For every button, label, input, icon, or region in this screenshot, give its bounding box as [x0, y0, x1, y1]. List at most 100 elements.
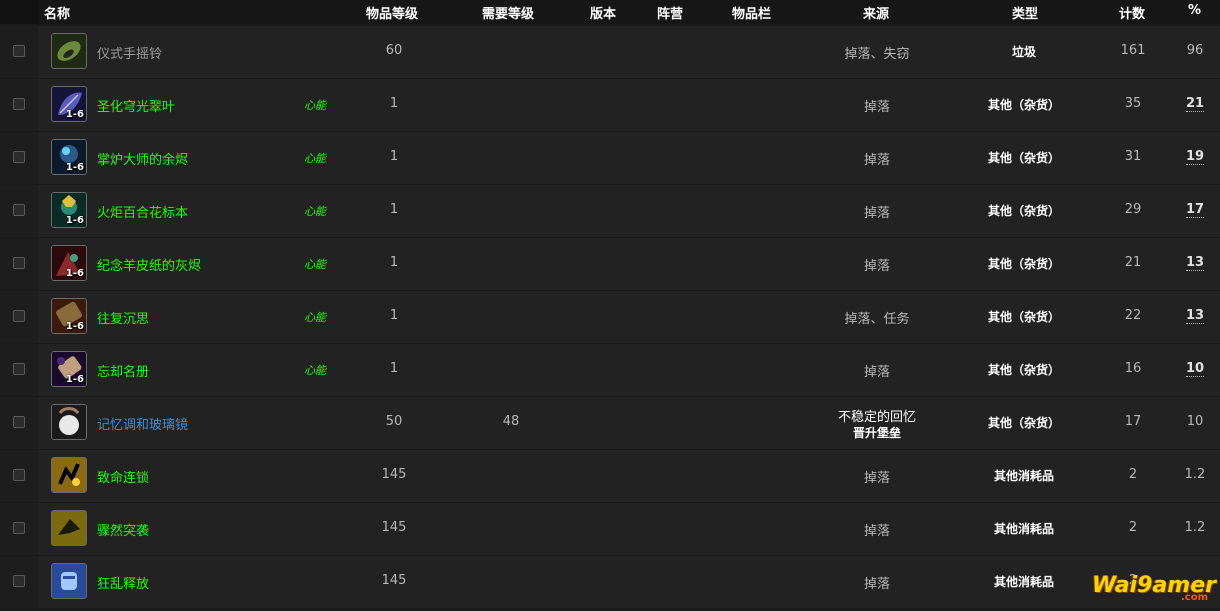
- row-checkbox[interactable]: [13, 98, 25, 110]
- row-checkbox-cell: [0, 291, 38, 343]
- row-checkbox-cell: [0, 185, 38, 237]
- stack-size: 1-6: [65, 321, 84, 332]
- item-name-link[interactable]: 忘却名册: [97, 361, 149, 380]
- item-name-link[interactable]: 仪式手摇铃: [97, 43, 162, 62]
- table-row[interactable]: 记忆调和玻璃镜 50 48 不稳定的回忆 晋升堡垒 其他（杂货） 17 10: [0, 397, 1220, 450]
- column-header-source[interactable]: 来源: [863, 3, 889, 22]
- item-level: 145: [381, 467, 407, 482]
- scroll-purple-icon[interactable]: 1-6: [51, 351, 87, 387]
- drop-count: 17: [1124, 414, 1142, 429]
- row-checkbox[interactable]: [13, 151, 25, 163]
- scroll-icon[interactable]: 1-6: [51, 298, 87, 334]
- table-row[interactable]: 1-6 圣化穹光翠叶 心能 1 掉落 其他（杂货） 35 21: [0, 79, 1220, 132]
- table-row[interactable]: 狂乱释放 145 掉落 其他消耗品 2: [0, 556, 1220, 609]
- column-header-req-level[interactable]: 需要等级: [482, 3, 534, 22]
- row-checkbox-cell: [0, 450, 38, 502]
- item-level: 1: [389, 96, 399, 111]
- drop-percent[interactable]: 17: [1185, 202, 1205, 218]
- item-source: 掉落: [863, 524, 891, 539]
- item-name-link[interactable]: 记忆调和玻璃镜: [97, 414, 188, 433]
- drop-percent[interactable]: 21: [1185, 96, 1205, 112]
- row-checkbox-cell: [0, 397, 38, 449]
- item-name-link[interactable]: 往复沉思: [97, 308, 149, 327]
- drop-count: 22: [1124, 308, 1142, 323]
- stack-size: 1-6: [65, 268, 84, 279]
- item-name-link[interactable]: 致命连锁: [97, 467, 149, 486]
- row-checkbox[interactable]: [13, 416, 25, 428]
- anima-tag: 心能: [304, 99, 326, 112]
- row-checkbox-cell: [0, 344, 38, 396]
- item-name-link[interactable]: 纪念羊皮纸的灰烬: [97, 255, 201, 274]
- table-row[interactable]: 1-6 往复沉思 心能 1 掉落、任务 其他（杂货） 22 13: [0, 291, 1220, 344]
- item-level: 145: [381, 520, 407, 535]
- row-checkbox[interactable]: [13, 575, 25, 587]
- bell-icon[interactable]: [51, 33, 87, 69]
- row-checkbox[interactable]: [13, 469, 25, 481]
- item-type: 其他（杂货）: [987, 310, 1061, 324]
- column-header-slot[interactable]: 物品栏: [732, 3, 771, 22]
- table-row[interactable]: 1-6 纪念羊皮纸的灰烬 心能 1 掉落 其他（杂货） 21 13: [0, 238, 1220, 291]
- table-row[interactable]: 1-6 火炬百合花标本 心能 1 掉落 其他（杂货） 29 17: [0, 185, 1220, 238]
- drop-percent: 96: [1186, 43, 1204, 58]
- source-zone[interactable]: 晋升堡垒: [853, 424, 901, 441]
- row-checkbox-cell: [0, 79, 38, 131]
- item-name-link[interactable]: 掌炉大师的余烬: [97, 149, 188, 168]
- ash-icon[interactable]: 1-6: [51, 245, 87, 281]
- row-checkbox[interactable]: [13, 45, 25, 57]
- source-link[interactable]: 不稳定的回忆: [838, 406, 916, 425]
- item-type: 其他（杂货）: [987, 363, 1061, 377]
- table-row[interactable]: 致命连锁 145 掉落 其他消耗品 2 1.2: [0, 450, 1220, 503]
- row-checkbox[interactable]: [13, 363, 25, 375]
- item-name-link[interactable]: 火炬百合花标本: [97, 202, 188, 221]
- item-source: 掉落: [863, 471, 891, 486]
- fist-icon[interactable]: [51, 563, 87, 599]
- orb-icon[interactable]: [51, 404, 87, 440]
- drop-count: 35: [1124, 96, 1142, 111]
- column-header-count[interactable]: 计数: [1119, 3, 1145, 22]
- column-header-percent[interactable]: %: [1188, 3, 1201, 18]
- item-level: 50: [385, 414, 403, 429]
- leaf-icon[interactable]: 1-6: [51, 86, 87, 122]
- drop-percent[interactable]: 13: [1185, 255, 1205, 271]
- column-header-type[interactable]: 类型: [1012, 3, 1038, 22]
- drop-percent[interactable]: 19: [1185, 149, 1205, 165]
- item-type: 其他（杂货）: [987, 151, 1061, 165]
- row-checkbox[interactable]: [13, 204, 25, 216]
- item-type: 其他消耗品: [993, 469, 1055, 483]
- column-header-item-level[interactable]: 物品等级: [366, 3, 418, 22]
- drop-percent[interactable]: 10: [1185, 361, 1205, 377]
- strike-icon[interactable]: [51, 510, 87, 546]
- drop-count: 2: [1128, 467, 1138, 482]
- item-name-link[interactable]: 骤然突袭: [97, 520, 149, 539]
- row-checkbox[interactable]: [13, 522, 25, 534]
- chain-icon[interactable]: [51, 457, 87, 493]
- table-row[interactable]: 骤然突袭 145 掉落 其他消耗品 2 1.2: [0, 503, 1220, 556]
- item-name-link[interactable]: 圣化穹光翠叶: [97, 96, 175, 115]
- required-level: 48: [502, 414, 520, 429]
- column-header-name[interactable]: 名称: [44, 3, 70, 22]
- drop-count: 21: [1124, 255, 1142, 270]
- table-row[interactable]: 1-6 忘却名册 心能 1 掉落 其他（杂货） 16 10: [0, 344, 1220, 397]
- item-source: 掉落: [863, 577, 891, 592]
- stack-size: 1-6: [65, 162, 84, 173]
- row-checkbox[interactable]: [13, 257, 25, 269]
- item-name-link[interactable]: 狂乱释放: [97, 573, 149, 592]
- row-checkbox[interactable]: [13, 310, 25, 322]
- table-row[interactable]: 仪式手摇铃 60 掉落、失窃 垃圾 161 96: [0, 26, 1220, 79]
- column-header-version[interactable]: 版本: [590, 3, 616, 22]
- drop-percent[interactable]: 13: [1185, 308, 1205, 324]
- drop-percent: 1.2: [1184, 467, 1206, 482]
- lily-icon[interactable]: 1-6: [51, 192, 87, 228]
- item-source: 掉落: [863, 259, 891, 274]
- column-header-faction[interactable]: 阵营: [657, 3, 683, 22]
- item-level: 1: [389, 149, 399, 164]
- item-source: 掉落: [863, 365, 891, 380]
- anima-tag: 心能: [304, 364, 326, 377]
- anima-tag: 心能: [304, 152, 326, 165]
- ember-icon[interactable]: 1-6: [51, 139, 87, 175]
- row-checkbox-cell: [0, 238, 38, 290]
- item-level: 145: [381, 573, 407, 588]
- item-source: 掉落、任务: [844, 312, 910, 327]
- drop-count: 161: [1120, 43, 1146, 58]
- table-row[interactable]: 1-6 掌炉大师的余烬 心能 1 掉落 其他（杂货） 31 19: [0, 132, 1220, 185]
